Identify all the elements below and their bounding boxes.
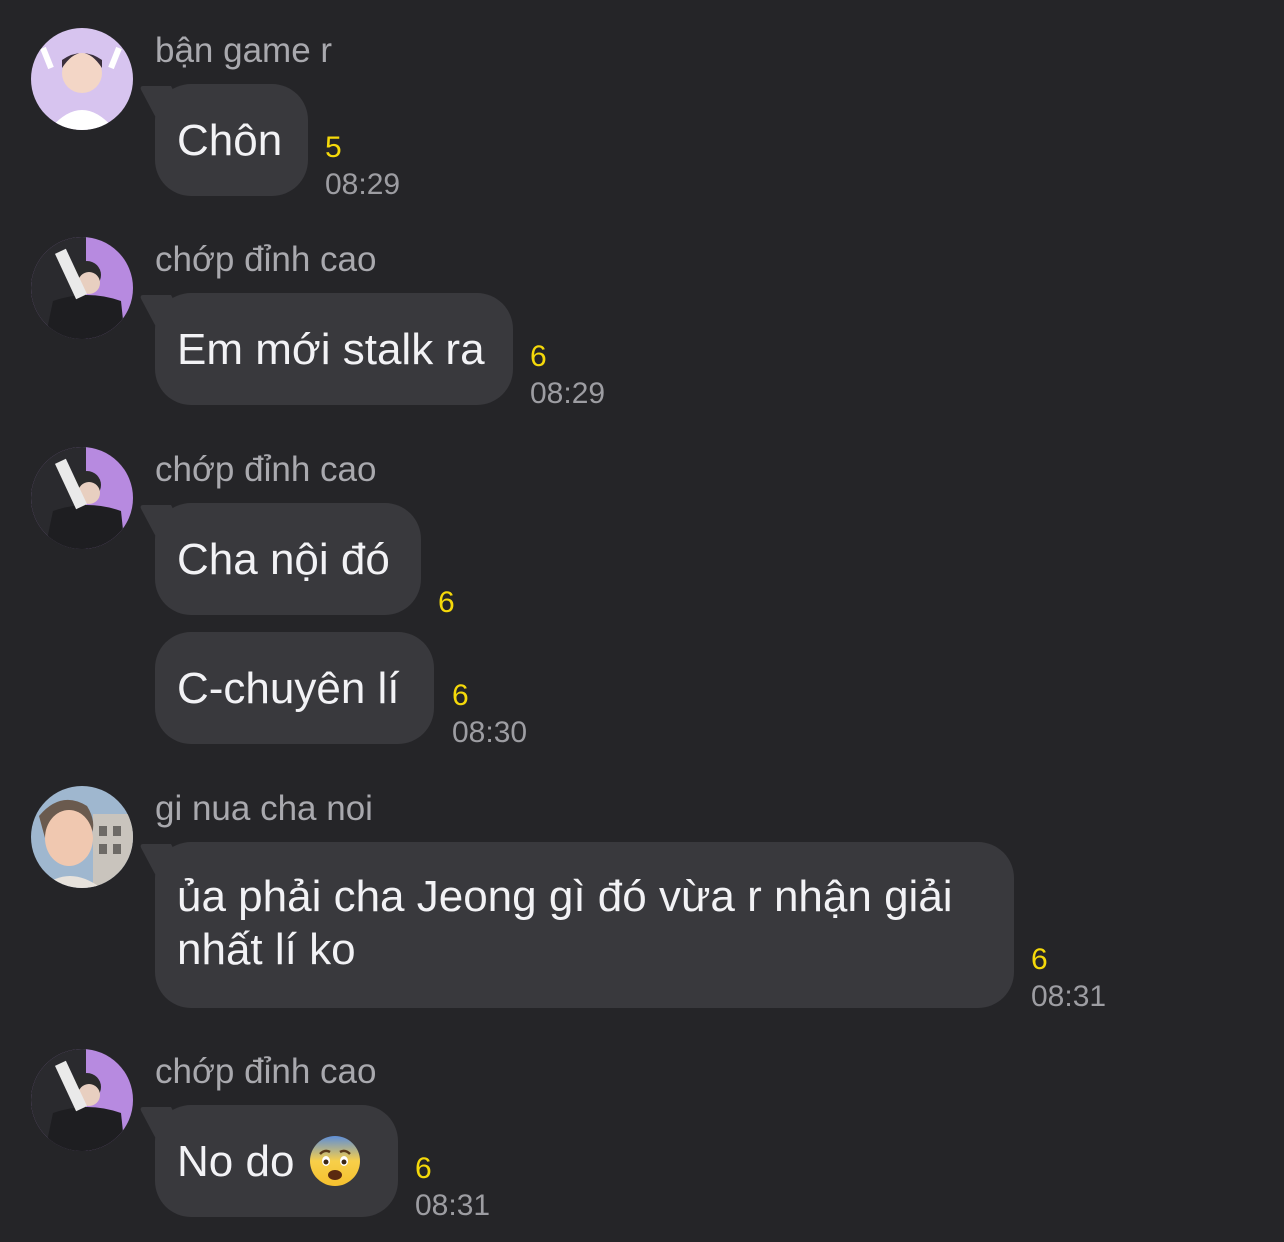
message-meta: 6 08:30	[452, 679, 527, 750]
message-text: Cha nội đó	[177, 534, 390, 584]
message-bubble[interactable]: Cha nội đó	[155, 503, 421, 615]
avatar[interactable]	[31, 237, 133, 339]
message-text: C-chuyên lí	[177, 663, 400, 713]
timestamp: 08:30	[452, 716, 528, 749]
avatar-purple-icon	[31, 28, 133, 130]
sender-name: chớp đỉnh cao	[155, 1052, 377, 1091]
message-meta: 6	[438, 586, 455, 620]
timestamp: 08:31	[1031, 980, 1107, 1013]
avatar-blue-icon	[31, 786, 133, 888]
avatar-purple-icon	[31, 237, 133, 339]
message-meta: 6 08:29	[530, 340, 605, 411]
sender-name: gi nua cha noi	[155, 789, 373, 828]
seen-count: 6	[452, 679, 469, 712]
seen-count: 6	[438, 586, 455, 619]
fearful-face-emoji-icon	[310, 1136, 361, 1186]
sender-name: chớp đỉnh cao	[155, 240, 377, 279]
message-bubble[interactable]: C-chuyên lí	[155, 632, 434, 744]
avatar[interactable]	[31, 447, 133, 549]
sender-name: bận game r	[155, 31, 333, 70]
seen-count: 6	[530, 340, 547, 373]
message-text: Chôn	[177, 115, 283, 165]
timestamp: 08:31	[415, 1189, 491, 1222]
avatar[interactable]	[31, 786, 133, 888]
sender-name: chớp đỉnh cao	[155, 450, 377, 489]
message-text: ủa phải cha Jeong gì đó vừa r nhận giải …	[177, 872, 953, 974]
message-meta: 6 08:31	[1031, 943, 1106, 1014]
timestamp: 08:29	[325, 168, 401, 201]
avatar-purple-icon	[31, 447, 133, 549]
message-bubble[interactable]: Em mới stalk ra	[155, 293, 513, 405]
message-bubble[interactable]: No do	[155, 1105, 398, 1217]
seen-count: 6	[1031, 943, 1048, 976]
seen-count: 6	[415, 1152, 432, 1185]
message-bubble[interactable]: Chôn	[155, 84, 308, 196]
message-text: Em mới stalk ra	[177, 324, 485, 374]
message-bubble[interactable]: ủa phải cha Jeong gì đó vừa r nhận giải …	[155, 842, 1014, 1008]
message-text: No do	[177, 1136, 295, 1186]
message-meta: 6 08:31	[415, 1152, 490, 1223]
message-meta: 5 08:29	[325, 131, 400, 202]
avatar-purple-icon	[31, 1049, 133, 1151]
avatar[interactable]	[31, 1049, 133, 1151]
avatar[interactable]	[31, 28, 133, 130]
seen-count: 5	[325, 131, 342, 164]
timestamp: 08:29	[530, 377, 606, 410]
